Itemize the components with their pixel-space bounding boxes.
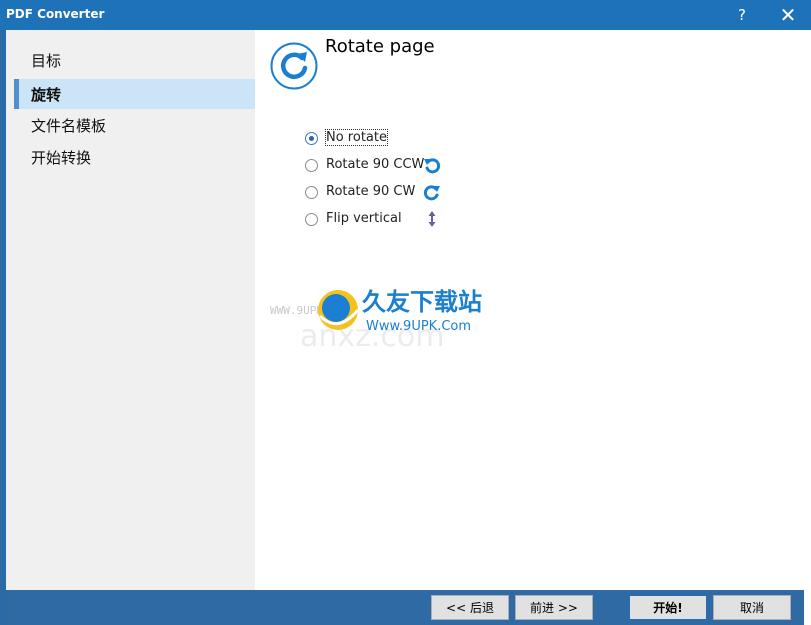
option-label: Flip vertical [326, 211, 402, 226]
option-label: Rotate 90 CW [326, 184, 416, 199]
main-panel: Rotate page No rotate Rotate 90 CCW Rota… [255, 30, 804, 590]
rotate-ccw-icon [424, 158, 441, 174]
flip-vertical-icon [428, 211, 436, 227]
rotate-cw-icon [423, 185, 440, 201]
option-rotate-90-cw[interactable]: Rotate 90 CW [305, 183, 505, 205]
page-title: Rotate page [325, 36, 435, 57]
radio-rotate-90-cw[interactable] [305, 186, 318, 199]
option-no-rotate[interactable]: No rotate [305, 129, 505, 151]
cancel-button[interactable]: 取消 [713, 595, 791, 620]
sidebar-item-rotate[interactable]: 旋转 [14, 79, 255, 109]
rotate-page-icon [270, 42, 318, 90]
sidebar-item-label: 文件名模板 [31, 117, 107, 135]
sidebar-item-label: 旋转 [31, 86, 62, 104]
footer-bar: << 后退 前进 >> 开始! 取消 [6, 590, 804, 625]
radio-no-rotate[interactable] [305, 132, 318, 145]
option-flip-vertical[interactable]: Flip vertical [305, 210, 505, 232]
selection-indicator [14, 79, 19, 109]
title-bar: PDF Converter ? ✕ [0, 0, 811, 30]
option-label: No rotate [325, 129, 388, 146]
radio-flip-vertical[interactable] [305, 213, 318, 226]
sidebar-item-label: 目标 [31, 52, 62, 70]
sidebar-item-start-convert[interactable]: 开始转换 [14, 142, 255, 172]
next-button[interactable]: 前进 >> [515, 595, 593, 620]
sidebar-item-target[interactable]: 目标 [14, 45, 255, 75]
sidebar-item-filename-template[interactable]: 文件名模板 [14, 110, 255, 140]
sidebar-item-label: 开始转换 [31, 149, 92, 167]
close-button[interactable]: ✕ [768, 0, 808, 30]
sidebar: 目标 旋转 文件名模板 开始转换 [6, 30, 255, 590]
start-button[interactable]: 开始! [629, 595, 707, 620]
window-title: PDF Converter [6, 7, 105, 21]
window-frame-right [804, 30, 811, 625]
radio-rotate-90-ccw[interactable] [305, 159, 318, 172]
back-button[interactable]: << 后退 [431, 595, 509, 620]
help-button[interactable]: ? [722, 0, 762, 30]
option-label: Rotate 90 CCW [326, 157, 425, 172]
option-rotate-90-ccw[interactable]: Rotate 90 CCW [305, 156, 505, 178]
